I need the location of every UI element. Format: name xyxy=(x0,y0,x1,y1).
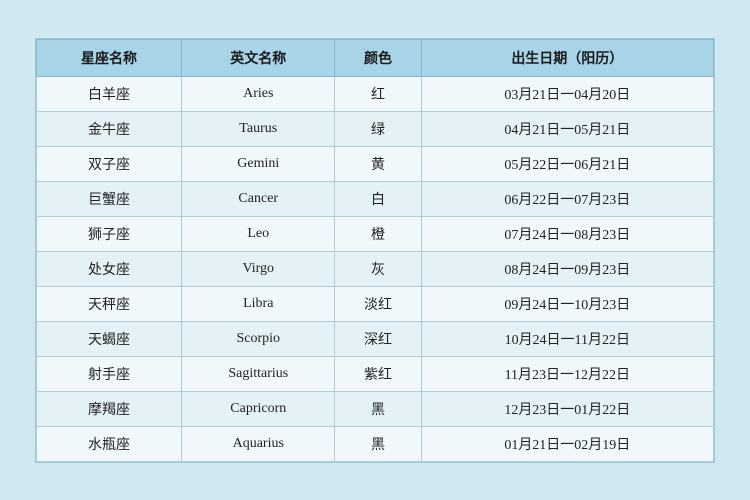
table-header-cell: 英文名称 xyxy=(182,39,335,76)
table-cell: 05月22日一06月21日 xyxy=(421,146,713,181)
table-cell: 天蝎座 xyxy=(37,321,182,356)
table-cell: Aries xyxy=(182,76,335,111)
table-cell: 灰 xyxy=(335,251,421,286)
zodiac-table: 星座名称英文名称颜色出生日期（阳历） 白羊座Aries红03月21日一04月20… xyxy=(36,39,714,462)
table-cell: 黄 xyxy=(335,146,421,181)
table-cell: 狮子座 xyxy=(37,216,182,251)
table-cell: 橙 xyxy=(335,216,421,251)
table-cell: 射手座 xyxy=(37,356,182,391)
table-body: 白羊座Aries红03月21日一04月20日金牛座Taurus绿04月21日一0… xyxy=(37,76,714,461)
table-cell: 双子座 xyxy=(37,146,182,181)
table-row: 天蝎座Scorpio深红10月24日一11月22日 xyxy=(37,321,714,356)
table-cell: 08月24日一09月23日 xyxy=(421,251,713,286)
table-cell: 11月23日一12月22日 xyxy=(421,356,713,391)
table-row: 摩羯座Capricorn黑12月23日一01月22日 xyxy=(37,391,714,426)
table-cell: 04月21日一05月21日 xyxy=(421,111,713,146)
table-cell: 淡红 xyxy=(335,286,421,321)
table-cell: 黑 xyxy=(335,391,421,426)
table-cell: 06月22日一07月23日 xyxy=(421,181,713,216)
table-cell: 10月24日一11月22日 xyxy=(421,321,713,356)
table-cell: Libra xyxy=(182,286,335,321)
table-cell: Leo xyxy=(182,216,335,251)
table-cell: Sagittarius xyxy=(182,356,335,391)
table-cell: 07月24日一08月23日 xyxy=(421,216,713,251)
table-cell: 09月24日一10月23日 xyxy=(421,286,713,321)
table-cell: 深红 xyxy=(335,321,421,356)
table-row: 天秤座Libra淡红09月24日一10月23日 xyxy=(37,286,714,321)
table-cell: 绿 xyxy=(335,111,421,146)
table-header-row: 星座名称英文名称颜色出生日期（阳历） xyxy=(37,39,714,76)
table-cell: 金牛座 xyxy=(37,111,182,146)
table-cell: Capricorn xyxy=(182,391,335,426)
table-cell: Virgo xyxy=(182,251,335,286)
table-row: 双子座Gemini黄05月22日一06月21日 xyxy=(37,146,714,181)
table-cell: Cancer xyxy=(182,181,335,216)
table-cell: 紫红 xyxy=(335,356,421,391)
table-cell: 处女座 xyxy=(37,251,182,286)
table-cell: Aquarius xyxy=(182,426,335,461)
table-row: 水瓶座Aquarius黑01月21日一02月19日 xyxy=(37,426,714,461)
table-cell: 天秤座 xyxy=(37,286,182,321)
table-header-cell: 颜色 xyxy=(335,39,421,76)
table-row: 金牛座Taurus绿04月21日一05月21日 xyxy=(37,111,714,146)
table-cell: 白羊座 xyxy=(37,76,182,111)
table-cell: 白 xyxy=(335,181,421,216)
table-cell: 巨蟹座 xyxy=(37,181,182,216)
table-header-cell: 出生日期（阳历） xyxy=(421,39,713,76)
table-cell: 红 xyxy=(335,76,421,111)
table-row: 狮子座Leo橙07月24日一08月23日 xyxy=(37,216,714,251)
table-cell: 01月21日一02月19日 xyxy=(421,426,713,461)
table-row: 巨蟹座Cancer白06月22日一07月23日 xyxy=(37,181,714,216)
table-row: 处女座Virgo灰08月24日一09月23日 xyxy=(37,251,714,286)
table-cell: 摩羯座 xyxy=(37,391,182,426)
table-cell: 03月21日一04月20日 xyxy=(421,76,713,111)
table-cell: 12月23日一01月22日 xyxy=(421,391,713,426)
table-row: 白羊座Aries红03月21日一04月20日 xyxy=(37,76,714,111)
table-cell: Taurus xyxy=(182,111,335,146)
table-header-cell: 星座名称 xyxy=(37,39,182,76)
zodiac-table-container: 星座名称英文名称颜色出生日期（阳历） 白羊座Aries红03月21日一04月20… xyxy=(35,38,715,463)
table-row: 射手座Sagittarius紫红11月23日一12月22日 xyxy=(37,356,714,391)
table-cell: 水瓶座 xyxy=(37,426,182,461)
table-cell: 黑 xyxy=(335,426,421,461)
table-cell: Gemini xyxy=(182,146,335,181)
table-cell: Scorpio xyxy=(182,321,335,356)
